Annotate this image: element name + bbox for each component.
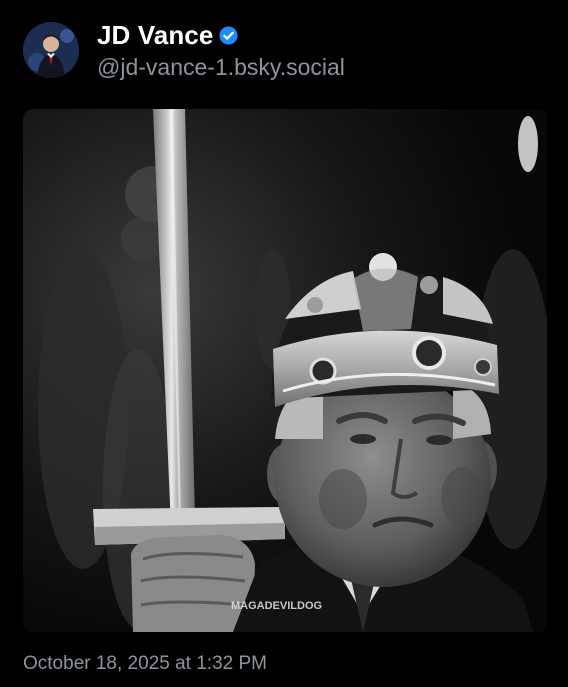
verified-check-icon [219,26,238,45]
watermark-text: MAGADEVILDOG [231,600,322,612]
author-names: JD Vance @jd-vance-1.bsky.social [97,20,345,81]
author-handle[interactable]: @jd-vance-1.bsky.social [97,54,345,81]
post-timestamp[interactable]: October 18, 2025 at 1:32 PM [23,653,267,675]
name-row: JD Vance [97,20,345,52]
post-image[interactable]: MAGADEVILDOG [23,109,547,632]
author-avatar[interactable] [23,22,79,78]
post-header: JD Vance @jd-vance-1.bsky.social [23,20,345,80]
author-display-name[interactable]: JD Vance [97,20,213,51]
